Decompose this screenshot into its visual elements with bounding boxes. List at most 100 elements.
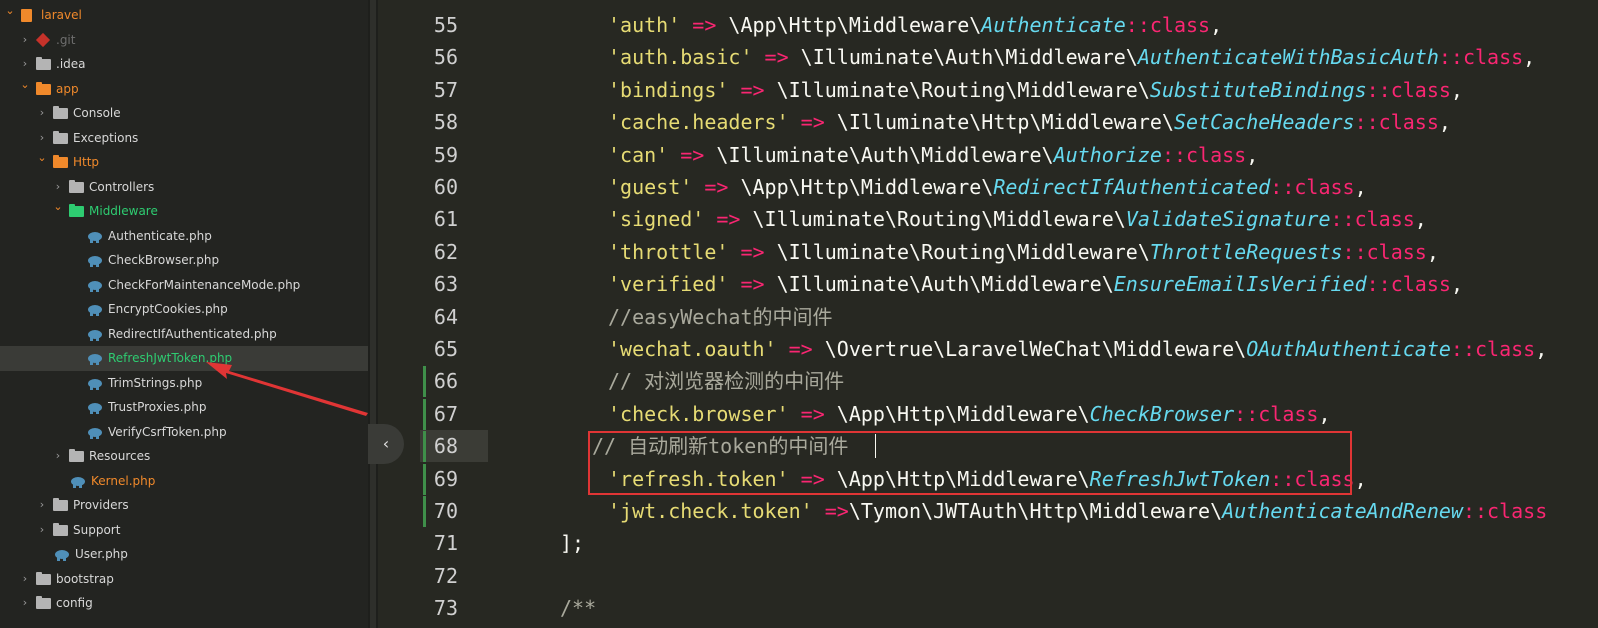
chevron-right-icon[interactable]: › [37,105,47,121]
code-token: => [824,499,849,523]
sidebar-scrollbar-thumb[interactable] [370,0,376,628]
tree-item-label: app [56,81,79,96]
tree-item[interactable]: › bootstrap [0,567,368,592]
code-token: , [1318,401,1331,426]
code-token: , [1426,239,1439,264]
code-token: \Illuminate\Routing\Middleware\ [764,239,1150,264]
tree-item-label: RefreshJwtToken.php [108,351,233,365]
file-tree-sidebar: ⌄ laravel › .git › .idea ⌄ app › Console › Exceptio… [0,0,368,628]
tree-item-label: Kernel.php [91,473,156,488]
code-token: \Illuminate\Auth\Middleware\ [788,45,1138,70]
tree-item-label: User.php [75,547,128,561]
tree-item[interactable]: ⌄ Http [0,150,368,175]
code-token: => [788,337,813,361]
code-line[interactable]: 'bindings' => \Illuminate\Routing\Middle… [608,74,1463,106]
code-line[interactable]: 'signed' => \Illuminate\Routing\Middlewa… [608,203,1427,235]
tree-item[interactable]: TrimStrings.php [0,371,368,396]
chevron-down-icon[interactable]: ⌄ [5,3,15,19]
tree-item[interactable]: › .idea [0,52,368,77]
folder-icon [36,596,51,609]
code-line[interactable]: 'can' => \Illuminate\Auth\Middleware\Aut… [608,139,1258,171]
code-token: => [716,207,741,232]
code-token: Authorize [1053,142,1162,167]
folder-icon [53,106,68,119]
tree-item[interactable]: RefreshJwtToken.php [0,346,368,371]
code-token: \Overtrue\LaravelWeChat\Middleware\ [812,337,1247,361]
tree-item[interactable]: › Resources [0,444,368,469]
code-line[interactable]: ]; [560,527,584,559]
tree-item[interactable]: › Console [0,101,368,126]
chevron-down-icon[interactable]: ⌄ [37,150,47,166]
line-number: 60 [433,175,458,199]
code-token: ThrottleRequests [1149,239,1343,264]
code-line[interactable]: 'jwt.check.token' =>\Tymon\JWTAuth\Http\… [608,495,1547,527]
chevron-down-icon[interactable]: ⌄ [53,199,63,215]
tree-item[interactable]: ⌄ Middleware [0,199,368,224]
code-token: => [740,239,765,264]
chevron-right-icon[interactable]: › [20,56,30,72]
code-line[interactable]: 'wechat.oauth' => \Overtrue\LaravelWeCha… [608,333,1547,365]
tree-item[interactable]: Authenticate.php [0,224,368,249]
code-line[interactable]: //easyWechat的中间件 [608,301,833,333]
code-line[interactable]: // 对浏览器检测的中间件 [608,365,844,397]
tree-item[interactable]: EncryptCookies.php [0,297,368,322]
tree-item[interactable]: › .git [0,28,368,53]
code-line[interactable]: 'guest' => \App\Http\Middleware\Redirect… [608,171,1367,203]
tree-item[interactable]: TrustProxies.php [0,395,368,420]
chevron-down-icon[interactable]: ⌄ [20,77,30,93]
chevron-left-icon: ‹ [382,434,390,453]
tree-item[interactable]: › Providers [0,493,368,518]
code-line[interactable]: 'cache.headers' => \Illuminate\Http\Midd… [608,106,1451,138]
code-line[interactable]: 'check.browser' => \App\Http\Middleware\… [608,398,1331,430]
tree-item[interactable]: ⌄ app [0,77,368,102]
chevron-right-icon[interactable]: › [37,522,47,538]
chevron-right-icon[interactable]: › [20,595,30,611]
chevron-right-icon[interactable]: › [20,32,30,48]
tree-item-label: Authenticate.php [108,228,212,243]
folder-open-icon [36,81,51,95]
code-token: \Illuminate\Http\Middleware\ [824,110,1174,135]
tree-item[interactable]: User.php [0,542,368,567]
tree-item[interactable]: Kernel.php [0,469,368,494]
tree-item[interactable]: › config [0,591,368,616]
code-token: , [1246,142,1259,167]
code-token: => [692,13,717,37]
chevron-right-icon[interactable]: › [20,571,30,587]
code-token: 'jwt.check.token' [608,499,813,523]
chevron-right-icon[interactable]: › [53,448,63,464]
code-line[interactable]: 'throttle' => \Illuminate\Routing\Middle… [608,236,1439,268]
chevron-right-icon[interactable]: › [37,497,47,513]
code-token: \Tymon\JWTAuth\Http\Middleware\ [848,499,1223,523]
folder-icon [69,179,84,193]
tree-item[interactable]: › Support [0,518,368,543]
line-number: 58 [433,110,458,135]
code-line[interactable]: 'auth.basic' => \Illuminate\Auth\Middlew… [608,41,1535,73]
code-line[interactable]: 'auth' => \App\Http\Middleware\Authentic… [608,9,1222,41]
tree-item[interactable]: › Controllers [0,175,368,200]
code-line[interactable]: /** [560,592,596,624]
line-number: 72 [433,563,458,588]
chevron-right-icon[interactable]: › [37,130,47,146]
code-token: , [1450,77,1463,102]
git-change-marker [423,431,426,463]
code-token: , [1210,13,1223,37]
tree-item[interactable]: CheckForMaintenanceMode.php [0,273,368,298]
code-line[interactable]: 'verified' => \Illuminate\Auth\Middlewar… [608,268,1463,300]
tree-item-label: laravel [41,8,82,22]
code-token: EnsureEmailIsVerified [1113,272,1367,297]
php-file-icon [55,548,70,561]
tree-item[interactable]: › Exceptions [0,126,368,151]
tree-item[interactable]: CheckBrowser.php [0,248,368,273]
code-token: ::class [1270,175,1355,199]
tree-item[interactable]: RedirectIfAuthenticated.php [0,322,368,347]
tree-item[interactable]: VerifyCsrfToken.php [0,420,368,445]
tree-item-label: CheckForMaintenanceMode.php [108,277,301,292]
chevron-right-icon[interactable]: › [53,179,63,195]
tree-item[interactable]: ⌄ laravel [0,3,368,28]
